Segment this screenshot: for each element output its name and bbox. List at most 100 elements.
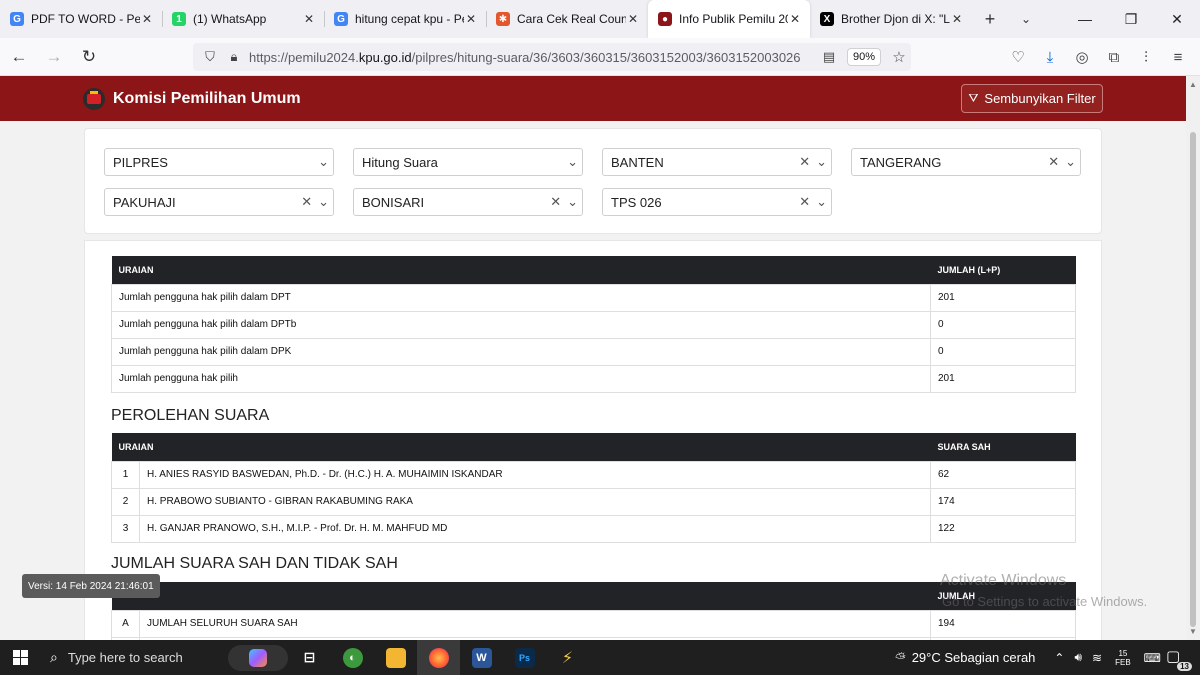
row-label: Jumlah pengguna hak pilih [111, 364, 931, 393]
account-icon[interactable]: ◎ [1066, 48, 1098, 66]
filter-select[interactable]: BANTEN ✕ ⌄ [602, 148, 832, 176]
close-window-icon[interactable]: ✕ [1154, 0, 1200, 38]
version-badge: Versi: 14 Feb 2024 21:46:01 [22, 574, 160, 598]
customize-icon[interactable]: ⫶ [1130, 49, 1162, 66]
column-header: SUARA SAH [930, 433, 1076, 461]
chevron-down-icon[interactable]: ⌄ [816, 194, 827, 210]
close-tab-icon[interactable]: ✕ [464, 12, 478, 26]
reader-view-icon[interactable]: ▤ [817, 49, 841, 65]
filter-select[interactable]: PILPRES ⌄ [104, 148, 334, 176]
notification-count: 13 [1177, 661, 1192, 671]
taskbar-search[interactable]: ⌕ Type here to search [40, 640, 220, 675]
pocket-icon[interactable]: ♡ [1002, 48, 1034, 66]
taskbar-app-photoshop[interactable]: Ps [503, 640, 546, 675]
perolehan-title: PEROLEHAN SUARA [111, 407, 270, 424]
start-button[interactable] [0, 640, 40, 675]
hide-filter-button[interactable]: ⛛ Sembunyikan Filter [961, 84, 1103, 113]
tab-title: Brother Djon di X: "LIVE [841, 12, 950, 26]
download-icon[interactable]: ⤓ [1034, 49, 1066, 66]
clear-icon[interactable]: ✕ [799, 154, 810, 170]
close-tab-icon[interactable]: ✕ [302, 12, 316, 26]
weather-icon[interactable]: ⛅︎ [895, 650, 905, 666]
close-tab-icon[interactable]: ✕ [626, 12, 640, 26]
close-tab-icon[interactable]: ✕ [950, 12, 964, 26]
clock-date: FEB [1115, 657, 1131, 667]
volume-icon[interactable]: 🔊︎ [1074, 650, 1082, 665]
tool-icon: ⚡︎ [561, 649, 574, 667]
filter-select[interactable]: Hitung Suara ⌄ [353, 148, 583, 176]
taskbar: ⌕ Type here to search ⊟ ◐ W Ps ⚡︎ ⛅︎ 29°… [0, 640, 1200, 675]
vote-count: 174 [930, 487, 1076, 516]
extensions-icon[interactable]: ⧉ [1098, 49, 1130, 66]
lock-icon[interactable]: 🔒︎ [225, 49, 243, 65]
chevron-down-icon[interactable]: ⌄ [318, 194, 329, 210]
taskbar-app-greenshot[interactable]: ◐ [331, 640, 374, 675]
row-label: Jumlah pengguna hak pilih dalam DPTb [111, 310, 931, 339]
whatsapp-icon: 1 [172, 12, 186, 26]
address-bar[interactable]: ⛉ 🔒︎ https://pemilu2024.kpu.go.id/pilpre… [193, 43, 911, 71]
bookmark-star-icon[interactable]: ☆ [887, 48, 911, 66]
browser-tab[interactable]: ✱ Cara Cek Real Count KPU✕ [486, 0, 648, 38]
close-tab-icon[interactable]: ✕ [788, 12, 802, 26]
back-icon[interactable]: ← [3, 41, 35, 73]
task-view-button[interactable]: ⊟ [288, 640, 331, 675]
scroll-down-icon[interactable]: ▼ [1189, 627, 1197, 636]
browser-tab[interactable]: Ghitung cepat kpu - Pene✕ [324, 0, 486, 38]
filter-select[interactable]: BONISARI ✕ ⌄ [353, 188, 583, 216]
voter-table: URAIAN JUMLAH (L+P) Jumlah pengguna hak … [111, 256, 1076, 393]
browser-tab[interactable]: 1 (1) WhatsApp ✕ [162, 0, 324, 38]
chevron-down-icon[interactable]: ⌄ [318, 154, 329, 170]
tab-title: Info Publik Pemilu 2024 [679, 12, 788, 26]
taskbar-app-firefox[interactable] [417, 640, 460, 675]
filter-select[interactable]: TPS 026 ✕ ⌄ [602, 188, 832, 216]
tray-chevron-icon[interactable]: ⌃ [1054, 651, 1064, 665]
taskbar-app-word[interactable]: W [460, 640, 503, 675]
scroll-up-icon[interactable]: ▲ [1189, 80, 1197, 89]
chevron-down-icon[interactable]: ⌄ [1065, 154, 1076, 170]
url-text[interactable]: https://pemilu2024.kpu.go.id/pilpres/hit… [249, 50, 817, 65]
column-header [111, 582, 931, 610]
weather-text[interactable]: 29°C Sebagian cerah [912, 650, 1036, 665]
minimize-icon[interactable]: — [1062, 0, 1108, 38]
chevron-down-icon[interactable]: ⌄ [816, 154, 827, 170]
chevron-down-icon[interactable]: ⌄ [567, 194, 578, 210]
row-label: JUMLAH SELURUH SUARA SAH [139, 609, 931, 638]
row-value: 194 [930, 609, 1076, 638]
vote-table: URAIAN SUARA SAH 1 H. ANIES RASYID BASWED… [111, 433, 1076, 543]
new-tab-button[interactable]: + [972, 0, 1008, 38]
filter-select[interactable]: PAKUHAJI ✕ ⌄ [104, 188, 334, 216]
tab-list-chevron-icon[interactable]: ⌄ [1008, 0, 1044, 38]
clear-icon[interactable]: ✕ [301, 194, 312, 210]
site-brand[interactable]: Komisi Pemilihan Umum [113, 90, 301, 108]
ime-icon[interactable]: ⌨︎ [1144, 651, 1161, 665]
forward-icon[interactable]: → [38, 41, 70, 73]
notification-icon[interactable]: ▢ 13 [1166, 647, 1192, 671]
chevron-down-icon[interactable]: ⌄ [567, 154, 578, 170]
browser-tab[interactable]: G PDF TO WORD - Penelusu✕ [0, 0, 162, 38]
clock[interactable]: 15 FEB [1115, 649, 1131, 667]
filter-select[interactable]: TANGERANG ✕ ⌄ [851, 148, 1081, 176]
menu-icon[interactable]: ≡ [1162, 49, 1194, 66]
zoom-badge[interactable]: 90% [846, 48, 881, 66]
browser-tab[interactable]: X Brother Djon di X: "LIVE✕ [810, 0, 972, 38]
shield-icon[interactable]: ⛉ [201, 49, 219, 65]
reload-icon[interactable]: ↻ [73, 41, 105, 73]
clear-icon[interactable]: ✕ [799, 194, 810, 210]
tab-title: hitung cepat kpu - Pene [355, 12, 464, 26]
copilot-button[interactable] [228, 644, 288, 671]
taskbar-app-tool[interactable]: ⚡︎ [546, 640, 589, 675]
greenshot-icon: ◐ [342, 647, 363, 668]
restore-icon[interactable]: ❐ [1108, 0, 1154, 38]
clear-icon[interactable]: ✕ [550, 194, 561, 210]
table-row: 1 H. ANIES RASYID BASWEDAN, Ph.D. - Dr. (… [111, 460, 1076, 489]
valid-votes-table: JUMLAH AJUMLAH SELURUH SUARA SAH194BJUML… [111, 582, 1076, 640]
taskbar-app-explorer[interactable] [374, 640, 417, 675]
browser-tab[interactable]: ● Info Publik Pemilu 2024✕ [648, 0, 810, 38]
close-tab-icon[interactable]: ✕ [140, 12, 154, 26]
page-scrollbar[interactable]: ▲ ▼ [1186, 76, 1200, 640]
clear-icon[interactable]: ✕ [1048, 154, 1059, 170]
wifi-icon[interactable]: ≋ [1092, 651, 1102, 665]
scroll-thumb[interactable] [1190, 132, 1196, 627]
x-icon: X [820, 12, 834, 26]
search-icon: ⌕ [50, 649, 58, 665]
